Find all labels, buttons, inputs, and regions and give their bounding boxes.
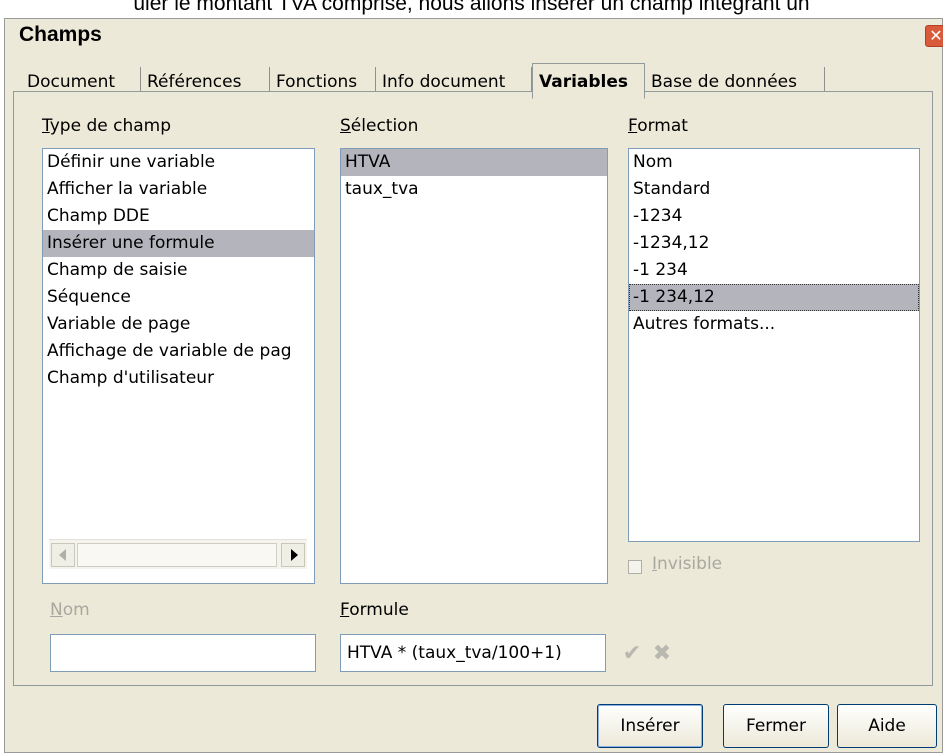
format-list[interactable]: Nom Standard -1234 -1234,12 -1 234 -1 23… [628,148,920,542]
selection-list[interactable]: HTVA taux_tva [340,148,608,584]
scroll-left-button[interactable] [51,543,75,567]
list-item[interactable]: -1234 [629,203,919,230]
list-item[interactable]: Champ de saisie [43,257,314,284]
horizontal-scrollbar[interactable] [49,539,307,569]
nom-label: Nom [50,600,90,620]
list-item[interactable]: Afficher la variable [43,176,314,203]
list-item[interactable]: Définir une variable [43,149,314,176]
list-item[interactable]: Nom [629,149,919,176]
dialog-title: Champs [19,23,102,46]
list-item[interactable]: Champ DDE [43,203,314,230]
insert-button[interactable]: Insérer [597,704,703,748]
help-button[interactable]: Aide [837,704,937,748]
list-item-selected[interactable]: HTVA [341,149,607,176]
list-item[interactable]: Variable de page [43,311,314,338]
selection-label: Sélection [340,116,419,136]
format-label: Format [628,116,688,136]
list-item[interactable]: Champ d'utilisateur [43,365,314,392]
list-item[interactable]: Standard [629,176,919,203]
invisible-label: Invisible [652,554,723,574]
close-icon[interactable]: ✕ [925,25,943,47]
invisible-checkbox[interactable] [628,560,642,574]
title-bar: Champs ✕ [5,19,943,53]
list-item[interactable]: Affichage de variable de pag [43,338,314,365]
scroll-right-button[interactable] [281,543,305,567]
variables-panel: Type de champ Définir une variable Affic… [13,91,933,686]
scrollbar-thumb[interactable] [77,543,277,567]
list-item-selected[interactable]: Insérer une formule [43,230,314,257]
arrow-right-icon [291,549,298,561]
background-document-text: uler le montant TVA comprise, nous allon… [133,0,810,15]
tab-variables[interactable]: Variables [532,63,645,99]
x-icon[interactable]: ✖ [648,638,676,670]
close-button[interactable]: Fermer [723,704,829,748]
list-item[interactable]: Séquence [43,284,314,311]
type-de-champ-label: Type de champ [42,116,172,136]
champs-dialog: Champs ✕ Document Références Fonctions I… [4,18,943,753]
list-item-selected[interactable]: -1 234,12 [629,284,919,311]
arrow-left-icon [59,549,66,561]
checkmark-icon[interactable]: ✔ [618,638,646,670]
nom-field[interactable] [50,634,316,672]
list-item[interactable]: -1 234 [629,257,919,284]
type-de-champ-list[interactable]: Définir une variable Afficher la variabl… [42,148,315,584]
list-item[interactable]: taux_tva [341,176,607,203]
list-item[interactable]: -1234,12 [629,230,919,257]
formule-field[interactable]: HTVA * (taux_tva/100+1) [340,634,606,672]
formule-label: Formule [340,600,409,620]
list-item[interactable]: Autres formats... [629,311,919,338]
